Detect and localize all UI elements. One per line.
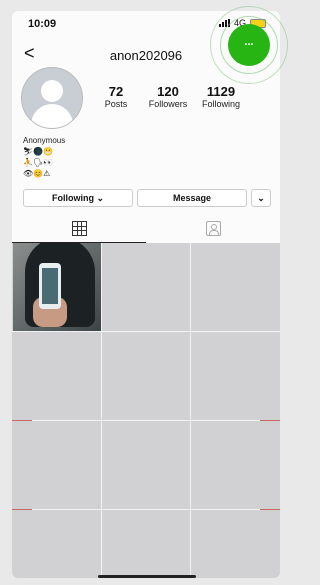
avatar[interactable] [21,67,83,129]
home-indicator[interactable] [98,575,196,578]
grid-divider [101,243,102,578]
stat-followers-value: 120 [157,84,179,99]
suggestions-dropdown-button[interactable]: ⌄ [251,189,271,207]
tab-grid[interactable] [12,217,146,243]
tab-tagged[interactable] [146,217,280,243]
stat-followers[interactable]: 120 Followers [143,84,193,109]
stat-following[interactable]: 1129 Following [199,84,243,109]
grid-edge-mark [260,509,280,510]
following-button[interactable]: Following ⌄ [23,189,133,207]
stat-following-value: 1129 [206,84,236,99]
more-options-button[interactable]: ... [228,24,270,66]
photo-phone-screen [42,268,58,304]
profile-tabs [12,217,280,243]
stat-followers-label: Followers [148,99,188,109]
bio-line-2: ⛹🗣👀 [23,158,54,167]
bio-line-1: ⛷🌑😬 [23,147,54,156]
bio-line-3: 👁😊⚠ [23,169,51,178]
stat-posts[interactable]: 72 Posts [98,84,134,109]
grid-edge-mark [12,509,32,510]
avatar-body [31,104,73,128]
grid-divider [12,331,280,332]
stat-posts-value: 72 [108,84,124,99]
stat-posts-label: Posts [104,99,128,109]
status-time: 10:09 [28,18,57,30]
tagged-photos-icon [206,221,221,236]
grid-icon [72,221,87,236]
grid-divider [190,243,191,578]
avatar-head [41,80,63,102]
grid-edge-mark [12,420,32,421]
profile-bio: Anonymous ⛷🌑😬 ⛹🗣👀 👁😊⚠ [23,135,65,179]
message-button[interactable]: Message [137,189,247,207]
grid-divider [12,509,280,510]
bio-name: Anonymous [23,136,66,145]
post-thumbnail[interactable] [13,243,101,331]
grid-edge-mark [260,420,280,421]
stat-following-label: Following [201,99,241,109]
phone-screen: 10:09 4G < anon202096 72 Posts 120 Follo… [12,11,280,578]
grid-divider [12,420,280,421]
